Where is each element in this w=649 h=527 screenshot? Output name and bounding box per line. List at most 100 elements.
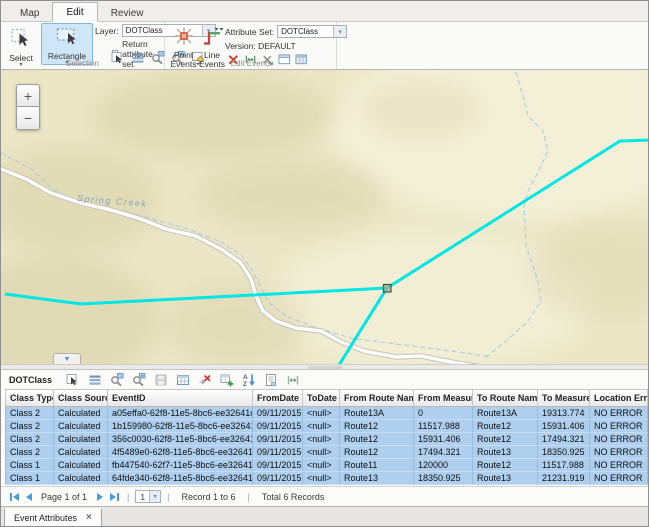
- table-cell: NO ERROR: [590, 472, 648, 485]
- table-cell: <null>: [303, 420, 340, 433]
- table-row[interactable]: Class 2Calculated4f5489e0-62f8-11e5-8bc6…: [5, 446, 648, 459]
- pan-to-selection-icon[interactable]: [132, 373, 146, 387]
- previous-page-button[interactable]: [21, 491, 35, 503]
- column-header-location-error[interactable]: Location Error: [590, 389, 648, 407]
- table-cell: Calculated: [54, 433, 108, 446]
- table-pager: Page 1 of 1 | 1 ▾ | Record 1 to 6 | Tota…: [1, 486, 648, 506]
- selection-group-label: Selection: [1, 59, 164, 68]
- table-cell: 1b159980-62f8-11e5-8bc6-ee32641d5ec9: [108, 420, 253, 433]
- tab-close-icon[interactable]: ×: [86, 513, 92, 523]
- table-cell: Route12: [340, 446, 414, 459]
- save-edits-icon[interactable]: [154, 373, 168, 387]
- rectangle-tool-icon: [55, 26, 79, 52]
- zoom-in-button[interactable]: +: [16, 84, 40, 107]
- collapse-arrow-icon: ▼: [64, 356, 71, 363]
- table-cell: 15931.406: [538, 420, 590, 433]
- table-cell: Class 2: [5, 446, 54, 459]
- last-page-button[interactable]: [107, 491, 121, 503]
- tab-event-attributes[interactable]: Event Attributes ×: [4, 508, 102, 527]
- column-header-to-route-name[interactable]: To Route Name: [473, 389, 538, 407]
- svg-text:A: A: [243, 374, 248, 381]
- delete-records-icon[interactable]: [198, 373, 212, 387]
- table-cell: 09/11/2015: [253, 420, 303, 433]
- table-cell: 09/11/2015: [253, 472, 303, 485]
- column-header-class-source[interactable]: Class Source: [54, 389, 108, 407]
- page-number-value: 1: [136, 492, 149, 502]
- table-cell: 356c0030-62f8-11e5-8bc6-ee32641d5ec9: [108, 433, 253, 446]
- basemap: [1, 70, 649, 364]
- attribute-set-dropdown[interactable]: DOTClass ▾: [277, 25, 347, 38]
- zoom-to-selection-icon[interactable]: [110, 373, 124, 387]
- table-cell: Route12: [473, 420, 538, 433]
- column-header-class-type[interactable]: Class Type: [5, 389, 54, 407]
- page-number-caret-icon[interactable]: ▾: [149, 491, 160, 502]
- table-cell: Class 1: [5, 472, 54, 485]
- attribute-set-caret-icon[interactable]: ▾: [333, 26, 346, 37]
- splitter-grip[interactable]: [308, 366, 342, 369]
- table-cell: 4f5489e0-62f8-11e5-8bc6-ee32641d5ec9: [108, 446, 253, 459]
- table-toolbar: DOTClass AZ: [1, 370, 648, 389]
- add-records-icon[interactable]: [220, 373, 234, 387]
- table-cell: 19313.774: [538, 407, 590, 420]
- tab-event-attributes-label: Event Attributes: [14, 513, 77, 523]
- form-view-icon[interactable]: [264, 373, 278, 387]
- ribbon-tabbar: MapEditReview: [1, 1, 648, 22]
- table-row[interactable]: Class 2Calculated356c0030-62f8-11e5-8bc6…: [5, 433, 648, 446]
- table-cell: Route13: [473, 446, 538, 459]
- table-row[interactable]: Class 1Calculated64fde340-62f8-11e5-8bc6…: [5, 472, 648, 485]
- table-cell: 0: [414, 407, 473, 420]
- table-cell: Route12: [340, 420, 414, 433]
- page-indicator: Page 1 of 1: [41, 492, 87, 502]
- table-cell: 17494.321: [538, 433, 590, 446]
- select-tool-icon: [10, 27, 32, 54]
- column-header-to-measure[interactable]: To Measure: [538, 389, 590, 407]
- pager-separator: |: [167, 492, 169, 502]
- route-junction-marker[interactable]: [384, 285, 392, 293]
- table-cell: 11517.988: [414, 420, 473, 433]
- table-cell: Route12: [473, 433, 538, 446]
- table-cell: 17494.321: [414, 446, 473, 459]
- column-header-eventid[interactable]: EventID: [108, 389, 253, 407]
- column-header-fromdate[interactable]: FromDate: [253, 389, 303, 407]
- column-header-from-measure[interactable]: From Measure: [414, 389, 473, 407]
- table-cell: Route13: [473, 472, 538, 485]
- grid-header-row: Class TypeClass SourceEventIDFromDateToD…: [5, 389, 648, 407]
- ribbon-tab-map[interactable]: Map: [7, 4, 52, 22]
- line-events-icon: [201, 27, 224, 51]
- fit-columns-icon[interactable]: [286, 373, 300, 387]
- edit-events-group: Point Events Line Events: [166, 22, 337, 69]
- table-cell: 21231.919: [538, 472, 590, 485]
- table-cell: 18350.925: [414, 472, 473, 485]
- column-header-from-route-name[interactable]: From Route Name: [340, 389, 414, 407]
- table-row[interactable]: Class 1Calculatedfb447540-62f7-11e5-8bc6…: [5, 459, 648, 472]
- page-number-selector[interactable]: 1 ▾: [135, 490, 161, 503]
- table-row[interactable]: Class 2Calculateda05effa0-62f8-11e5-8bc6…: [5, 407, 648, 420]
- table-cell: 09/11/2015: [253, 407, 303, 420]
- ribbon: MapEditReview Select ▾: [1, 1, 648, 69]
- map-canvas[interactable]: Spring Creek + − ▼: [1, 69, 649, 364]
- layer-label: Layer:: [95, 26, 119, 36]
- first-page-button[interactable]: [7, 491, 21, 503]
- column-header-todate[interactable]: ToDate: [303, 389, 340, 407]
- switch-table-icon[interactable]: [176, 373, 190, 387]
- zoom-out-button[interactable]: −: [16, 107, 40, 130]
- ribbon-body: Select ▾ Rectangle ▾ Layer:: [1, 22, 648, 69]
- table-menu-icon[interactable]: [88, 373, 102, 387]
- panel-collapse-button[interactable]: ▼: [53, 353, 81, 364]
- table-cell: <null>: [303, 459, 340, 472]
- ribbon-tab-edit[interactable]: Edit: [52, 2, 97, 22]
- ribbon-tab-review[interactable]: Review: [98, 4, 157, 22]
- table-cell: NO ERROR: [590, 407, 648, 420]
- sort-records-icon[interactable]: AZ: [242, 373, 256, 387]
- select-records-icon[interactable]: [66, 373, 80, 387]
- table-row[interactable]: Class 2Calculated1b159980-62f8-11e5-8bc6…: [5, 420, 648, 433]
- table-cell: fb447540-62f7-11e5-8bc6-ee32641d5ec9: [108, 459, 253, 472]
- table-cell: 11517.988: [538, 459, 590, 472]
- record-range-label: Record 1 to 6: [181, 492, 235, 502]
- table-cell: Route12: [473, 459, 538, 472]
- next-page-button[interactable]: [93, 491, 107, 503]
- table-cell: Route11: [340, 459, 414, 472]
- total-records-label: Total 6 Records: [262, 492, 325, 502]
- table-cell: Calculated: [54, 407, 108, 420]
- table-cell: 09/11/2015: [253, 433, 303, 446]
